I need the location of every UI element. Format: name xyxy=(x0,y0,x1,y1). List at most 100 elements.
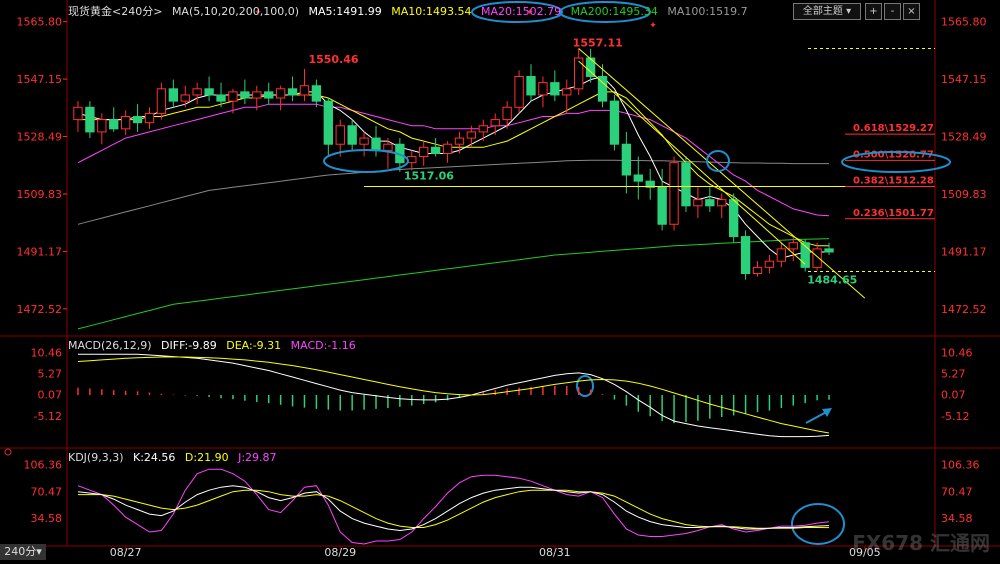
candle-body xyxy=(466,131,477,139)
candle-body xyxy=(681,162,691,207)
candle-body xyxy=(275,88,286,99)
marker-star-icon: ✦ xyxy=(649,21,657,31)
candle-body xyxy=(264,91,274,99)
price-tick-label-right: 1547.15 xyxy=(941,73,987,86)
candle-body xyxy=(526,75,536,96)
macd-tick-label-right: 10.46 xyxy=(941,346,973,359)
candle-body xyxy=(335,125,345,145)
candle-body xyxy=(693,199,703,207)
watermark-logo: FX678 汇通网 xyxy=(852,531,990,555)
price-tick-label-right: 1565.80 xyxy=(941,16,987,29)
candle-body xyxy=(204,88,214,96)
kdj-k-value: K:24.56 xyxy=(133,451,176,464)
candle-body xyxy=(574,57,584,90)
ma200-value: MA200:1495.34 xyxy=(570,5,658,18)
kdj-d-value: D:21.90 xyxy=(184,451,229,464)
price-tick-label-left: 1565.80 xyxy=(17,16,63,29)
macd-dea-value: DEA:-9.31 xyxy=(226,339,282,352)
period-tag: <240分> xyxy=(112,5,163,18)
fib-level-label: 0.618\1529.27 xyxy=(853,123,934,134)
candle-body xyxy=(109,119,119,130)
candle-body xyxy=(228,91,238,102)
candle-body xyxy=(383,143,393,151)
candle-body xyxy=(502,106,512,121)
candle-body xyxy=(442,143,453,154)
low-label-left: 1517.06 xyxy=(404,170,454,183)
macd-dea-line xyxy=(77,356,830,434)
kdj-j-value: J:29.87 xyxy=(238,451,277,464)
high-label-right: 1557.11 xyxy=(573,36,623,49)
candle-body xyxy=(705,199,715,207)
candle-body xyxy=(609,100,620,145)
candle-body xyxy=(717,199,727,207)
date-label: 08/27 xyxy=(110,546,142,559)
chart-stage: 1565.80 1565.80 1547.15 1547.15 1528.49 1528.… xyxy=(0,0,1000,560)
ma20-line xyxy=(77,103,830,217)
candle-body xyxy=(454,137,465,145)
candle-body xyxy=(788,242,798,250)
candle-body xyxy=(776,248,787,262)
trendline xyxy=(578,60,806,265)
ma-settings-label: MA(5,10,20,200,100,0) xyxy=(171,5,300,18)
price-tick-label-left: 1547.15 xyxy=(17,73,63,86)
ma5-line xyxy=(77,75,829,259)
kdj-tick-label-right: 106.36 xyxy=(941,458,980,471)
candle-body xyxy=(478,125,488,133)
macd-tick-label-left: 10.46 xyxy=(31,346,63,359)
candle-body xyxy=(252,91,262,99)
candle-body xyxy=(240,91,250,99)
main-header: 现货黄金<240分> MA(5,10,20,200,100,0) MA5:149… xyxy=(68,3,754,19)
price-tick-label-right: 1491.17 xyxy=(941,245,987,258)
kdj-tick-label-right: 70.47 xyxy=(941,485,973,498)
candle-body xyxy=(168,88,179,102)
fib-level-label: 0.500\1520.77 xyxy=(853,149,934,160)
kdj-settings-label: KDJ(9,3,3) xyxy=(68,451,124,464)
candle-body xyxy=(180,94,190,102)
fib-level-label: 0.382\1512.28 xyxy=(853,175,934,186)
price-tick-label-left: 1528.49 xyxy=(17,131,63,144)
trendline xyxy=(578,48,866,299)
minimize-button[interactable]: - xyxy=(884,3,901,20)
candle-body xyxy=(73,106,83,121)
kdj-d-line xyxy=(78,489,830,529)
candle-body xyxy=(430,146,441,154)
candle-body xyxy=(740,236,751,275)
macd-tick-label-left: 0.07 xyxy=(38,389,63,402)
macd-diff-value: DIFF:-9.89 xyxy=(161,339,217,352)
candle-body xyxy=(192,88,202,96)
add-indicator-button[interactable]: + xyxy=(865,3,882,20)
candle-body xyxy=(669,162,679,225)
price-tick-label-left: 1472.52 xyxy=(17,303,63,316)
macd-tick-label-left: -5.12 xyxy=(34,410,62,423)
candle-body xyxy=(538,82,548,96)
theme-select-label: 全部主题 xyxy=(802,6,843,17)
macd-diff-line xyxy=(78,353,830,438)
candle-body xyxy=(299,85,310,96)
price-tick-label-right: 1509.83 xyxy=(941,188,987,201)
period-select-label: 240分 xyxy=(4,545,37,558)
date-label: 08/31 xyxy=(539,546,571,559)
candle-body xyxy=(562,88,572,96)
low-label-right: 1484.65 xyxy=(807,274,857,287)
candle-body xyxy=(633,174,643,182)
ma5-value: MA5:1491.99 xyxy=(308,5,382,18)
close-button[interactable]: × xyxy=(903,3,920,20)
annotation-circle xyxy=(706,150,730,172)
kdj-tick-label-left: 70.47 xyxy=(31,485,63,498)
macd-hist-value: MACD:-1.16 xyxy=(290,339,356,352)
candle-body xyxy=(120,116,131,130)
candle-body xyxy=(728,199,739,238)
kdj-tick-label-right: 34.58 xyxy=(941,512,973,525)
candle-body xyxy=(371,137,381,151)
ma10-value: MA10:1493.54 xyxy=(391,5,472,18)
date-label: 08/29 xyxy=(324,546,356,559)
macd-settings-label: MACD(26,12,9) xyxy=(68,339,152,352)
theme-select-button[interactable]: 全部主题 ▾ xyxy=(793,3,861,20)
price-tick-label-left: 1509.83 xyxy=(17,188,63,201)
candle-body xyxy=(812,248,822,268)
kdj-k-line xyxy=(77,485,830,532)
period-select-button[interactable]: 240分▾ xyxy=(0,544,46,560)
candle-body xyxy=(97,119,107,133)
candle-body xyxy=(287,88,298,96)
candle-body xyxy=(764,260,775,268)
